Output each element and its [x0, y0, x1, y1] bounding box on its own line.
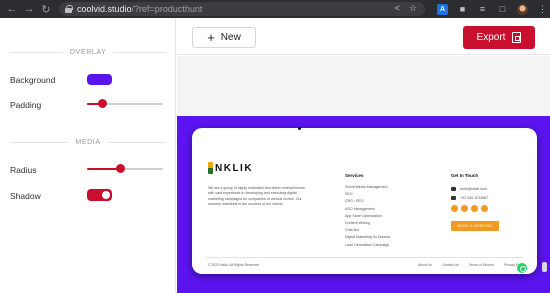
- legal-link: About Us: [418, 263, 432, 267]
- brand-mark-icon: [208, 162, 213, 174]
- radius-slider-thumb[interactable]: [115, 164, 125, 173]
- twitter-icon: [461, 205, 468, 212]
- export-button[interactable]: Export: [463, 26, 535, 49]
- extension-icon[interactable]: A: [437, 3, 448, 15]
- legal-link: Terms of Service: [468, 263, 494, 267]
- arrow-right-icon[interactable]: →: [23, 0, 35, 18]
- list-icon[interactable]: ≡: [477, 4, 488, 15]
- services-title: Services: [345, 173, 364, 178]
- legal-links: About Us Contact Us Terms of Service Pri…: [418, 263, 525, 267]
- linkedin-icon: [481, 205, 488, 212]
- editor-toolbar: + New Export: [177, 18, 550, 55]
- contact-title: Get In Touch: [451, 173, 479, 178]
- puzzle-icon[interactable]: ■: [457, 4, 468, 15]
- list-item: ASO Management: [345, 206, 375, 211]
- legal-link: Contact Us: [441, 263, 459, 267]
- star-icon[interactable]: ☆: [409, 3, 417, 14]
- list-item: SEO: [345, 192, 353, 197]
- brand-logo: NKLIK: [208, 162, 253, 174]
- list-item: CRO / SEO: [345, 199, 364, 204]
- media-section-heading: MEDIA: [10, 139, 167, 146]
- shadow-toggle[interactable]: [87, 189, 112, 201]
- contact-email: hello@inklik.com: [460, 186, 488, 191]
- overlay-section-heading: OVERLAY: [10, 49, 166, 56]
- list-item: App Store Optimization: [345, 213, 382, 218]
- scrollbar-thumb[interactable]: [542, 262, 547, 272]
- sidebar-icon[interactable]: □: [497, 4, 508, 15]
- url-path: /?ref=producthunt: [131, 4, 203, 14]
- lock-icon: [65, 5, 73, 13]
- more-menu-icon[interactable]: ⋮: [537, 4, 548, 15]
- padding-slider[interactable]: [87, 99, 163, 109]
- radius-label: Radius: [10, 165, 37, 175]
- shadow-label: Shadow: [10, 191, 41, 201]
- padding-slider-thumb[interactable]: [97, 99, 107, 108]
- padding-label: Padding: [10, 100, 42, 110]
- radius-slider[interactable]: [87, 164, 163, 174]
- brand-name: NKLIK: [215, 162, 254, 174]
- facebook-icon: [451, 205, 458, 212]
- address-bar[interactable]: coolvid.studio /?ref=producthunt < ☆: [59, 2, 425, 16]
- list-item: Content Writing: [345, 221, 370, 226]
- contact-info: hello@inklik.com +92 345 1234567: [451, 184, 488, 202]
- screenshot-preview-card: NKLIK We are a group of highly motivated…: [192, 128, 537, 274]
- background-color-swatch[interactable]: [87, 74, 112, 85]
- about-text: We are a group of highly motivated and d…: [208, 186, 305, 207]
- list-item: Digital Marketing for Doctors: [345, 235, 391, 240]
- new-button-label: New: [220, 32, 241, 43]
- shadow-toggle-knob: [102, 191, 110, 199]
- url-host: coolvid.studio: [77, 4, 132, 14]
- settings-panel: OVERLAY Background Padding MEDIA Radius …: [0, 18, 176, 293]
- whatsapp-icon: [517, 263, 527, 273]
- mail-icon: [451, 186, 456, 191]
- list-item: Lead Generation Campaign: [345, 242, 390, 247]
- list-item: Social Media Management: [345, 185, 388, 189]
- share-icon[interactable]: <: [395, 3, 400, 14]
- arrow-left-icon[interactable]: ←: [6, 0, 18, 18]
- copyright-text: © 2023 Inklik. All Rights Reserved: [208, 263, 260, 267]
- overlay-heading: OVERLAY: [69, 49, 107, 56]
- book-meeting-button: BOOK A MEETING: [451, 221, 499, 231]
- divider: [206, 257, 523, 258]
- reload-icon[interactable]: ↻: [40, 0, 52, 18]
- list-item: Chat Bot: [345, 228, 359, 233]
- services-list: Social Media Management SEO CRO / SEO AS…: [345, 184, 390, 249]
- plus-icon: +: [207, 30, 215, 45]
- instagram-icon: [471, 205, 478, 212]
- background-label: Background: [10, 75, 56, 85]
- canvas-background: [177, 56, 550, 116]
- phone-icon: [451, 195, 456, 200]
- media-heading: MEDIA: [75, 139, 101, 146]
- contact-phone: +92 345 1234567: [460, 195, 489, 200]
- mouse-cursor: [298, 127, 301, 130]
- file-export-icon: [512, 32, 522, 43]
- social-icons: [451, 205, 488, 212]
- profile-avatar[interactable]: [517, 3, 528, 15]
- export-button-label: Export: [476, 32, 506, 43]
- new-button[interactable]: + New: [192, 27, 256, 48]
- browser-toolbar: ← → ↻ coolvid.studio /?ref=producthunt <…: [0, 0, 550, 18]
